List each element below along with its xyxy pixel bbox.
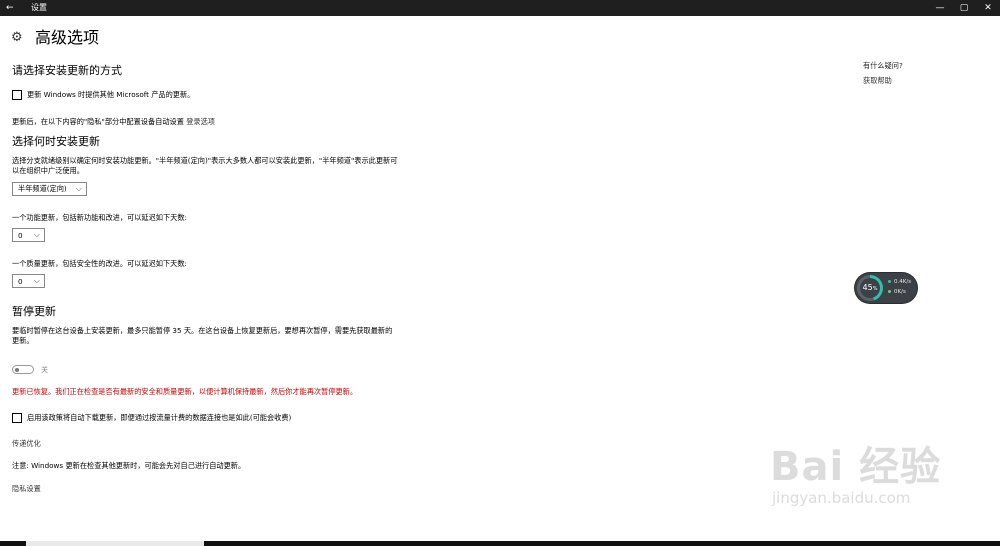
upload-dot-icon	[888, 280, 891, 283]
signin-note-text: 更新后，在以下内容的"隐私"部分中配置设备自动设置	[12, 117, 184, 126]
updates-resumed-error: 更新已恢复。我们正在检查是否有最新的安全和质量更新，以便计算机保持最新，然后你才…	[12, 387, 358, 396]
usage-percent-value: 45	[862, 283, 873, 292]
download-rate-value: 0K/s	[894, 289, 906, 295]
close-button[interactable]: ✕	[978, 0, 998, 16]
branch-readiness-value: 半年频道(定向)	[18, 184, 67, 193]
signin-options-link[interactable]: 登录选项	[186, 117, 215, 126]
chevron-down-icon: ⌵	[33, 276, 40, 285]
pause-desc-line2: 更新。	[12, 336, 34, 345]
signin-note: 更新后，在以下内容的"隐私"部分中配置设备自动设置 登录选项	[12, 117, 215, 127]
when-install-heading: 选择何时安装更新	[12, 135, 100, 148]
install-method-heading: 请选择安装更新的方式	[12, 64, 122, 77]
other-products-option[interactable]: 更新 Windows 时提供其他 Microsoft 产品的更新。	[12, 90, 194, 100]
usage-percent-unit: %	[872, 286, 878, 292]
branch-desc-line2: 以在组织中广泛使用。	[12, 166, 84, 175]
pause-desc-line1: 要临时暂停在这台设备上安装更新，最多只能暂停 35 天。在这台设备上恢复更新后，…	[12, 326, 393, 335]
network-speed-widget[interactable]: 45% 0.4K/s 0K/s	[855, 273, 917, 303]
other-products-label: 更新 Windows 时提供其他 Microsoft 产品的更新。	[27, 90, 195, 99]
feature-defer-value: 0	[18, 230, 23, 240]
other-products-checkbox[interactable]	[12, 90, 22, 100]
title-bar: ← 设置 — ▢ ✕	[0, 0, 1000, 16]
quality-update-label: 一个质量更新，包括安全性的改进。可以延迟如下天数:	[12, 259, 187, 268]
quality-defer-value: 0	[18, 276, 23, 286]
metered-download-option[interactable]: 启用该政策将自动下载更新，即便通过按流量计费的数据连接也是如此(可能会收费)	[12, 413, 291, 423]
window-title: 设置	[31, 3, 47, 12]
branch-desc-line1: 选择分支就绪级别以确定何时安装功能更新。"半年频道(定向)"表示大多数人都可以安…	[12, 156, 398, 165]
pause-updates-heading: 暂停更新	[12, 305, 56, 318]
maximize-button[interactable]: ▢	[954, 0, 974, 16]
metered-download-checkbox[interactable]	[12, 413, 22, 423]
self-update-note: 注意: Windows 更新在检查其他更新时，可能会先对自己进行自动更新。	[12, 461, 246, 470]
upload-rate: 0.4K/s	[888, 279, 911, 286]
baidu-jingyan-watermark: Bai 经验 jingyan.baidu.com	[770, 445, 941, 507]
chevron-down-icon: ⌵	[75, 184, 82, 193]
get-help-link[interactable]: 获取帮助	[863, 76, 892, 86]
metered-download-label: 启用该政策将自动下载更新，即便通过按流量计费的数据连接也是如此(可能会收费)	[27, 413, 292, 422]
upload-rate-value: 0.4K/s	[894, 279, 912, 285]
privacy-settings-link[interactable]: 隐私设置	[12, 484, 41, 494]
watermark-main: Bai 经验	[770, 444, 942, 490]
feature-update-label: 一个功能更新，包括新功能和改进，可以延迟如下天数:	[12, 213, 187, 222]
usage-percent: 45%	[860, 278, 880, 298]
page-title: 高级选项	[35, 28, 100, 47]
branch-readiness-dropdown[interactable]: 半年频道(定向) ⌵	[12, 182, 87, 196]
pause-toggle[interactable]	[12, 365, 34, 374]
quality-defer-dropdown[interactable]: 0 ⌵	[12, 274, 45, 288]
feature-defer-dropdown[interactable]: 0 ⌵	[12, 228, 45, 242]
usage-ring: 45%	[857, 275, 883, 301]
minimize-button[interactable]: —	[930, 0, 950, 16]
pause-toggle-state: 关	[41, 366, 48, 374]
download-dot-icon	[888, 290, 891, 293]
gear-icon: ⚙	[11, 30, 23, 45]
toggle-knob	[15, 367, 19, 372]
watermark-url: jingyan.baidu.com	[772, 489, 911, 507]
download-rate: 0K/s	[888, 289, 906, 296]
taskbar-strip	[0, 541, 1000, 546]
chevron-down-icon: ⌵	[33, 230, 40, 239]
delivery-optimization-link[interactable]: 传递优化	[12, 439, 41, 449]
back-arrow-icon[interactable]: ←	[6, 2, 14, 14]
help-title: 有什么疑问?	[863, 61, 903, 70]
taskbar-item[interactable]	[26, 541, 204, 546]
